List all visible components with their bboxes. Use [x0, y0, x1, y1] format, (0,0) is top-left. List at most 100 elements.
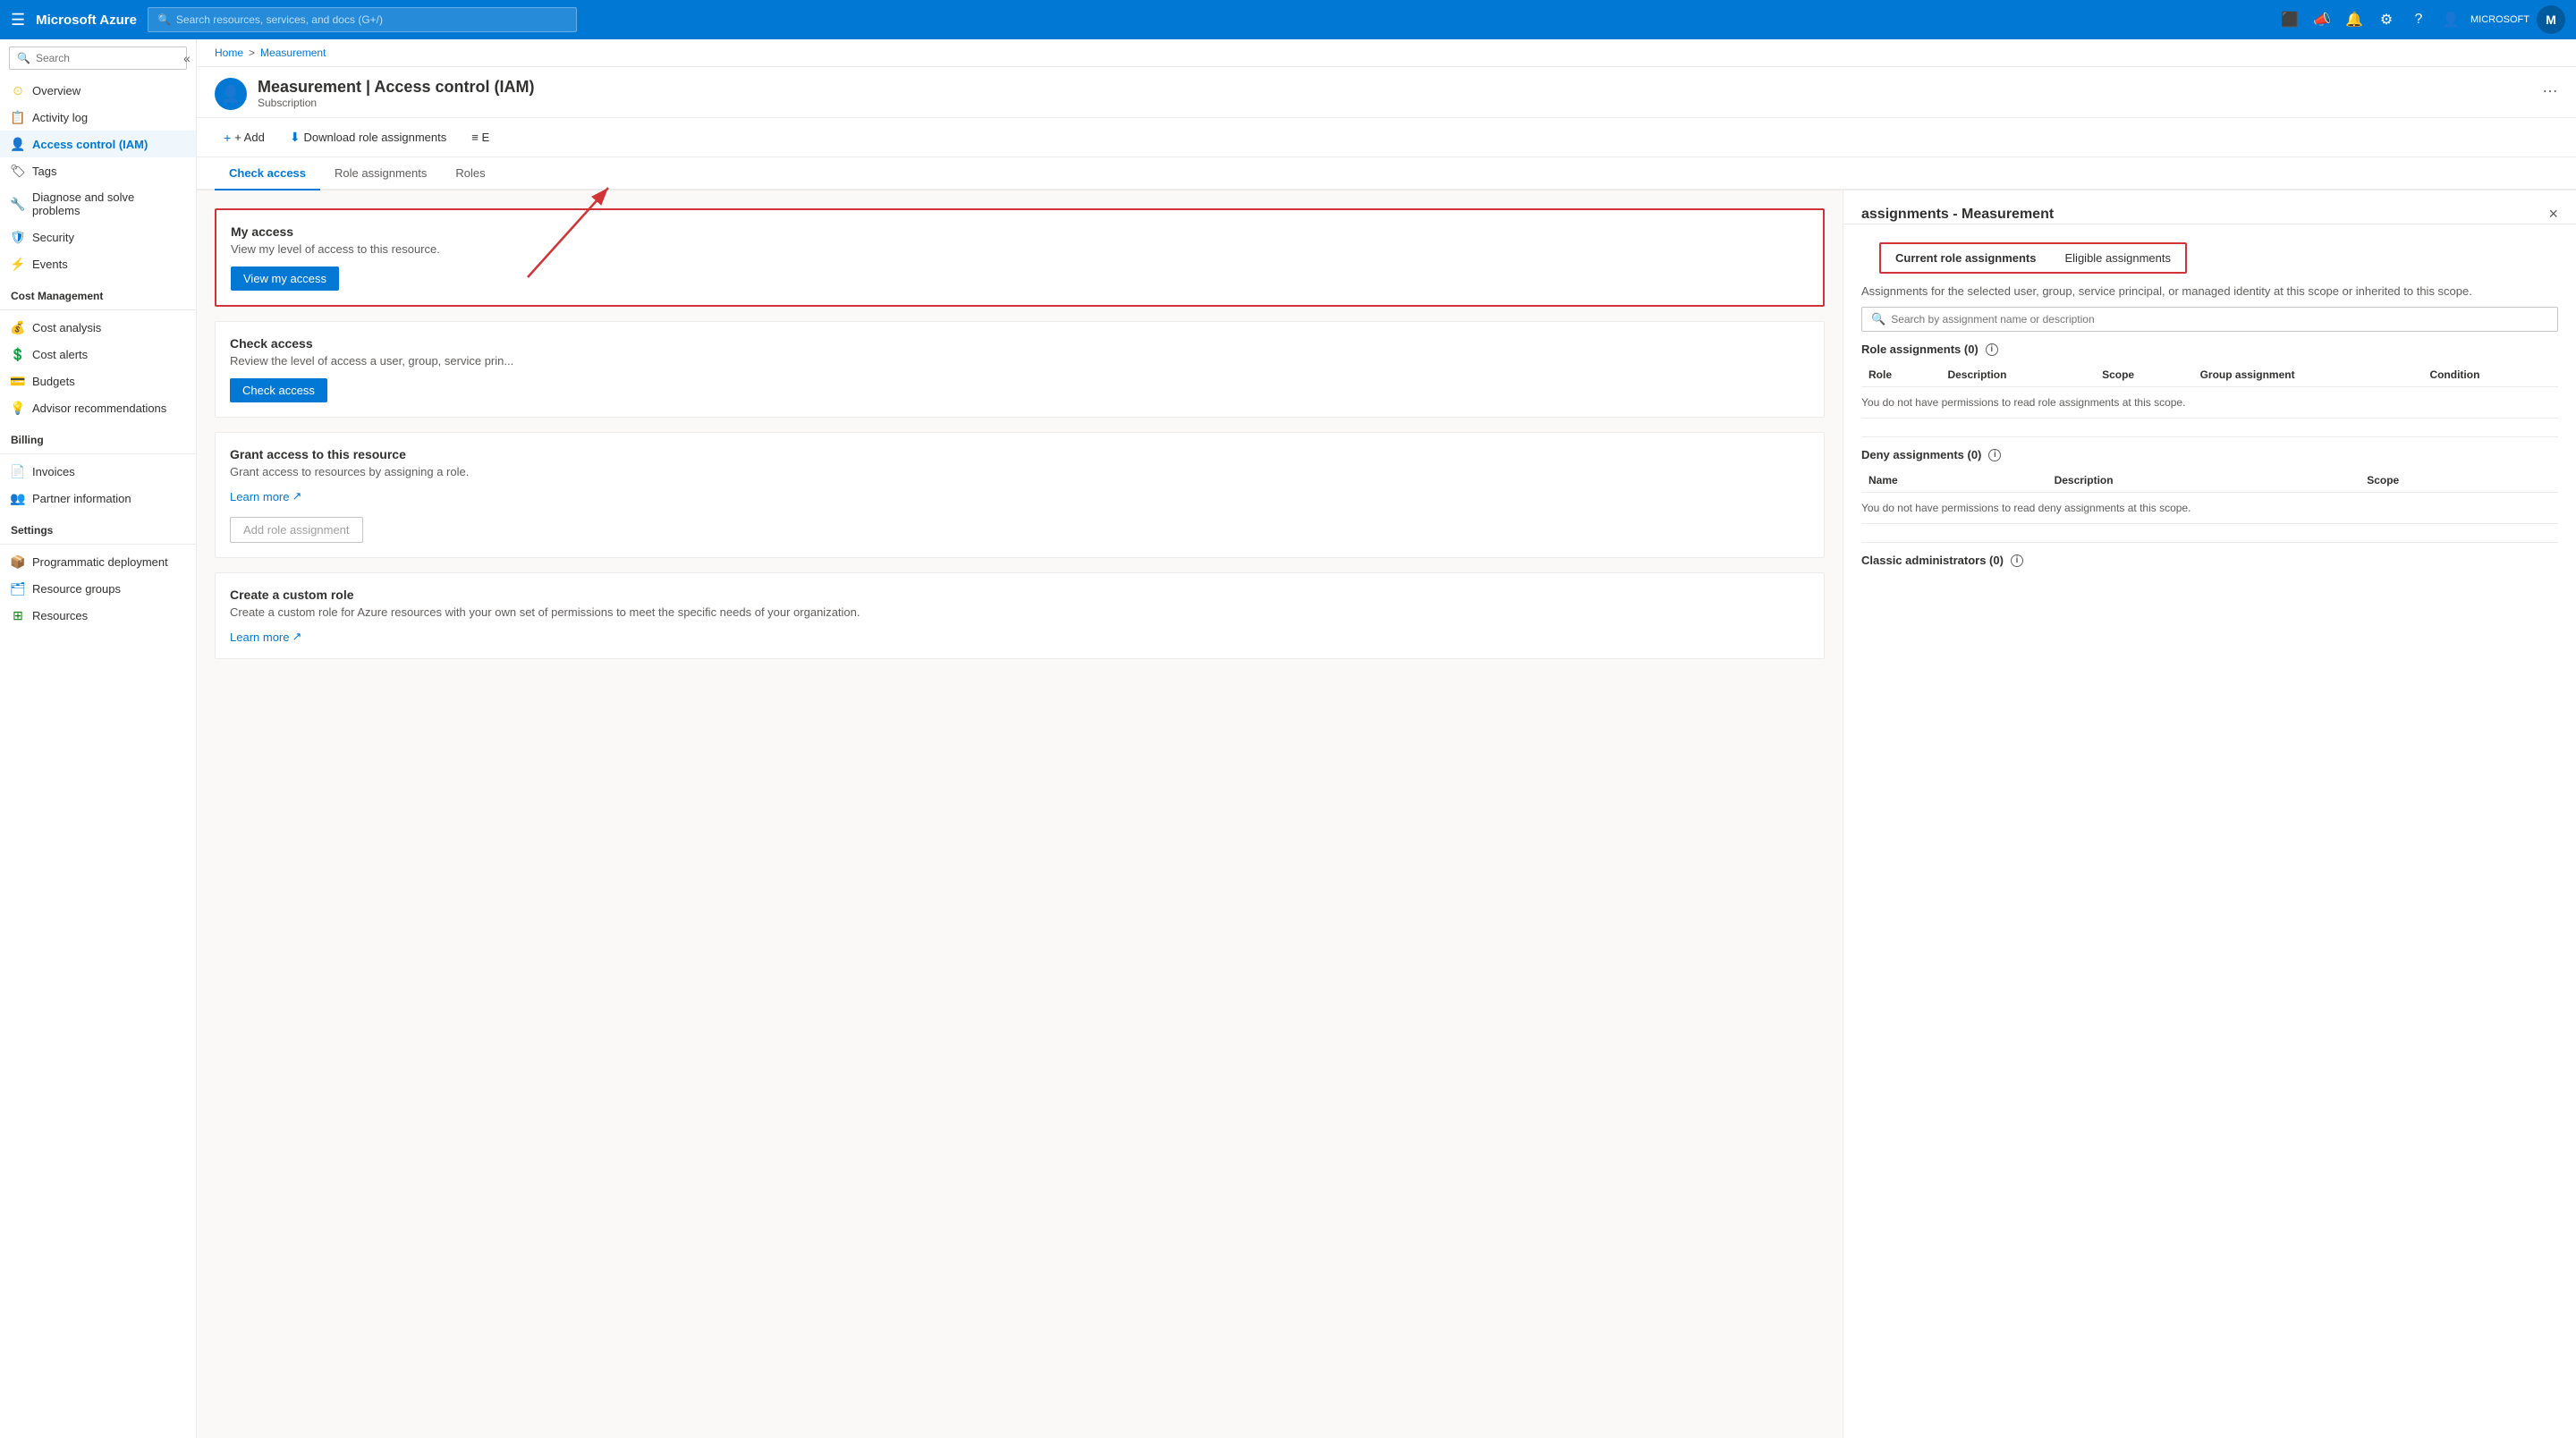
sidebar-item-overview[interactable]: ⊙ Overview — [0, 77, 196, 104]
custom-role-description: Create a custom role for Azure resources… — [230, 605, 1809, 619]
sidebar-item-label: Activity log — [32, 111, 88, 124]
col-deny-description: Description — [2047, 469, 2360, 493]
programmatic-icon: 📦 — [11, 554, 25, 569]
custom-role-learn-more[interactable]: Learn more ↗ — [230, 630, 301, 644]
tab-roles[interactable]: Roles — [441, 157, 499, 190]
sidebar-item-activity-log[interactable]: 📋 Activity log — [0, 104, 196, 131]
deny-assignments-info-icon[interactable]: i — [1988, 449, 2001, 461]
sidebar-item-invoices[interactable]: 📄 Invoices — [0, 458, 196, 485]
deny-assignments-label: Deny assignments (0) — [1861, 448, 1981, 461]
sidebar-item-label: Access control (IAM) — [32, 138, 148, 151]
notifications-icon[interactable]: 🔔 — [2342, 7, 2367, 32]
right-panel: assignments - Measurement × Current role… — [1843, 190, 2576, 1438]
sidebar-item-advisor[interactable]: 💡 Advisor recommendations — [0, 394, 196, 421]
sidebar-item-label: Events — [32, 258, 68, 271]
my-access-title: My access — [231, 224, 1809, 239]
more-button[interactable]: ≡ E — [462, 126, 498, 148]
classic-admins-info-icon[interactable]: i — [2011, 554, 2023, 567]
tab-role-assignments[interactable]: Role assignments — [320, 157, 441, 190]
sidebar-item-label: Budgets — [32, 375, 75, 388]
help-icon[interactable]: ? — [2406, 7, 2431, 32]
panel-tab-current-role[interactable]: Current role assignments — [1881, 244, 2051, 272]
role-assignments-info-icon[interactable]: i — [1986, 343, 1998, 356]
breadcrumb: Home > Measurement — [197, 39, 2576, 67]
add-icon: + — [224, 131, 231, 145]
sidebar-item-programmatic[interactable]: 📦 Programmatic deployment — [0, 548, 196, 575]
sidebar-item-partner-info[interactable]: 👥 Partner information — [0, 485, 196, 512]
main-content: Home > Measurement 👤 Measurement | Acces… — [197, 39, 2576, 1438]
sidebar-item-tags[interactable]: 🏷 Tags — [0, 157, 196, 184]
breadcrumb-separator: > — [249, 47, 255, 59]
col-deny-scope: Scope — [2360, 469, 2558, 493]
sidebar-item-label: Diagnose and solve problems — [32, 190, 185, 217]
add-button[interactable]: + + Add — [215, 126, 274, 149]
iam-icon: 👤 — [11, 137, 25, 151]
user-menu-icon[interactable]: 👤 — [2438, 7, 2463, 32]
role-assignments-header: Role assignments (0) i — [1861, 343, 2558, 356]
sidebar-item-iam[interactable]: 👤 Access control (IAM) — [0, 131, 196, 157]
external-link-icon-2: ↗ — [292, 630, 301, 644]
sidebar-item-events[interactable]: ⚡ Events — [0, 250, 196, 277]
download-icon: ⬇ — [290, 130, 301, 145]
nav-icons: ⬛ 📣 🔔 ⚙ ? 👤 MICROSOFT M — [2277, 5, 2565, 34]
sidebar-search-icon: 🔍 — [17, 52, 30, 64]
section-divider-1 — [1861, 436, 2558, 437]
view-my-access-button[interactable]: View my access — [231, 266, 339, 291]
tab-check-access[interactable]: Check access — [215, 157, 320, 190]
role-assignments-table: Role Description Scope Group assignment … — [1861, 363, 2558, 387]
grant-access-card: Grant access to this resource Grant acce… — [215, 432, 1825, 558]
grant-access-title: Grant access to this resource — [230, 447, 1809, 461]
sidebar-search-input[interactable] — [36, 52, 174, 64]
breadcrumb-home[interactable]: Home — [215, 47, 243, 59]
panel-search-input[interactable] — [1891, 313, 2548, 326]
sidebar-item-security[interactable]: 🛡 Security — [0, 224, 196, 250]
panel-tab-eligible[interactable]: Eligible assignments — [2051, 244, 2186, 272]
page-header-icon: 👤 — [215, 78, 247, 110]
grant-access-learn-more[interactable]: Learn more ↗ — [230, 489, 301, 503]
col-role: Role — [1861, 363, 1940, 387]
billing-nav: 📄 Invoices 👥 Partner information — [0, 458, 196, 512]
sidebar-item-label: Overview — [32, 84, 80, 97]
panel-search[interactable]: 🔍 — [1861, 307, 2558, 332]
hamburger-icon[interactable]: ☰ — [11, 11, 25, 30]
panel-search-icon: 🔍 — [1871, 312, 1885, 326]
add-role-assignment-button[interactable]: Add role assignment — [230, 517, 363, 543]
partner-info-icon: 👥 — [11, 491, 25, 505]
more-label: ≡ E — [471, 131, 489, 144]
sidebar-item-resources[interactable]: ⊞ Resources — [0, 602, 196, 629]
right-panel-close-button[interactable]: × — [2548, 205, 2558, 224]
role-assignments-section: Role assignments (0) i Role Description … — [1861, 343, 2558, 419]
sidebar-search-box[interactable]: 🔍 « — [9, 47, 187, 70]
settings-icon[interactable]: ⚙ — [2374, 7, 2399, 32]
search-icon: 🔍 — [157, 13, 171, 26]
diagnose-icon: 🔧 — [11, 197, 25, 211]
role-assignments-no-permission: You do not have permissions to read role… — [1861, 387, 2558, 419]
check-access-button[interactable]: Check access — [230, 378, 327, 402]
sidebar-item-cost-alerts[interactable]: 💲 Cost alerts — [0, 341, 196, 368]
cloud-shell-icon[interactable]: ⬛ — [2277, 7, 2302, 32]
check-access-card: Check access Review the level of access … — [215, 321, 1825, 418]
deny-assignments-header: Deny assignments (0) i — [1861, 448, 2558, 461]
sidebar-item-cost-analysis[interactable]: 💰 Cost analysis — [0, 314, 196, 341]
sidebar-item-resource-groups[interactable]: 🗂 Resource groups — [0, 575, 196, 602]
deny-assignments-no-permission: You do not have permissions to read deny… — [1861, 493, 2558, 524]
sidebar-item-diagnose[interactable]: 🔧 Diagnose and solve problems — [0, 184, 196, 224]
user-label[interactable]: MICROSOFT — [2470, 14, 2529, 25]
top-nav: ☰ Microsoft Azure 🔍 ⬛ 📣 🔔 ⚙ ? 👤 MICROSOF… — [0, 0, 2576, 39]
my-access-description: View my level of access to this resource… — [231, 242, 1809, 256]
global-search[interactable]: 🔍 — [148, 7, 577, 32]
col-condition: Condition — [2422, 363, 2558, 387]
sidebar-item-label: Advisor recommendations — [32, 402, 166, 415]
billing-section-label: Billing — [0, 421, 196, 450]
global-search-input[interactable] — [176, 13, 567, 26]
sidebar-collapse-btn[interactable]: « — [183, 51, 191, 65]
feedback-icon[interactable]: 📣 — [2309, 7, 2334, 32]
col-scope: Scope — [2095, 363, 2193, 387]
page-header-more-icon[interactable]: … — [2542, 78, 2558, 97]
sidebar-item-budgets[interactable]: 💳 Budgets — [0, 368, 196, 394]
avatar[interactable]: M — [2537, 5, 2565, 34]
breadcrumb-current[interactable]: Measurement — [260, 47, 326, 59]
sidebar-item-label: Cost alerts — [32, 348, 88, 361]
check-access-title: Check access — [230, 336, 1809, 351]
download-button[interactable]: ⬇ Download role assignments — [281, 125, 455, 149]
